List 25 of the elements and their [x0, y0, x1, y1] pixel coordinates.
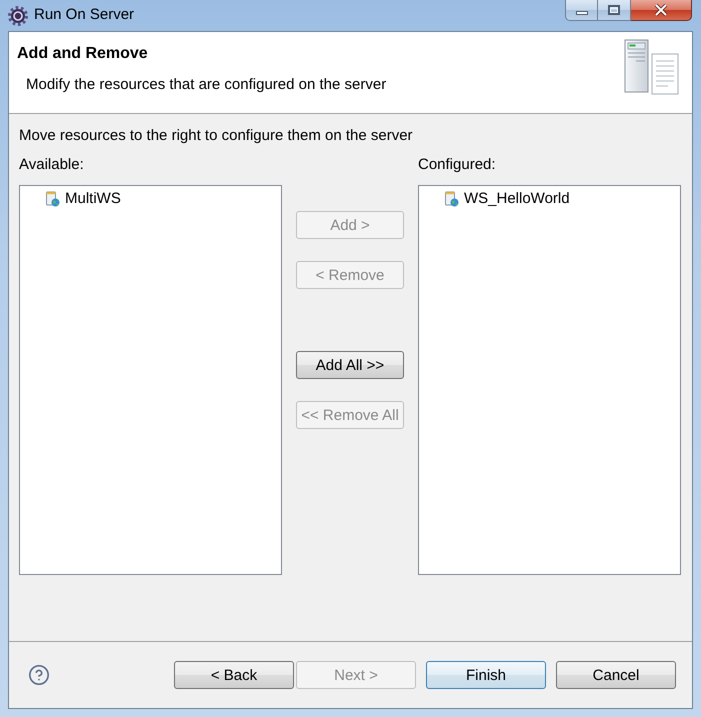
- list-label: Available:: [19, 156, 85, 174]
- available-list[interactable]: MultiWS: [19, 185, 282, 575]
- minimize-button[interactable]: [565, 0, 598, 21]
- instruction-text: Move resources to the right to configure them on the server: [19, 127, 414, 145]
- server-with-document-icon: [622, 39, 680, 97]
- configured-list[interactable]: WS_HelloWorld: [418, 185, 681, 575]
- close-icon: [654, 4, 668, 16]
- maximize-icon: [608, 5, 620, 15]
- maximize-button[interactable]: [598, 0, 631, 21]
- close-button[interactable]: [631, 0, 692, 21]
- list-item[interactable]: MultiWS: [43, 189, 277, 209]
- window-title: Run On Server: [34, 5, 134, 26]
- page-globe-icon: [443, 191, 459, 207]
- wizard-button[interactable]: < Back: [174, 661, 294, 689]
- wizard-button[interactable]: Cancel: [556, 661, 676, 689]
- help-icon[interactable]: [28, 664, 50, 686]
- page-description: Modify the resources that are configured on the server: [26, 76, 386, 94]
- gear-icon: [8, 6, 28, 26]
- list-item[interactable]: WS_HelloWorld: [442, 189, 676, 209]
- wizard-button[interactable]: Finish: [426, 661, 546, 689]
- page-globe-icon: [44, 191, 60, 207]
- list-label: Configured:: [418, 156, 497, 174]
- page-title: Add and Remove: [17, 44, 149, 64]
- transfer-button[interactable]: Add All >>: [296, 351, 404, 379]
- minimize-icon: [576, 11, 588, 15]
